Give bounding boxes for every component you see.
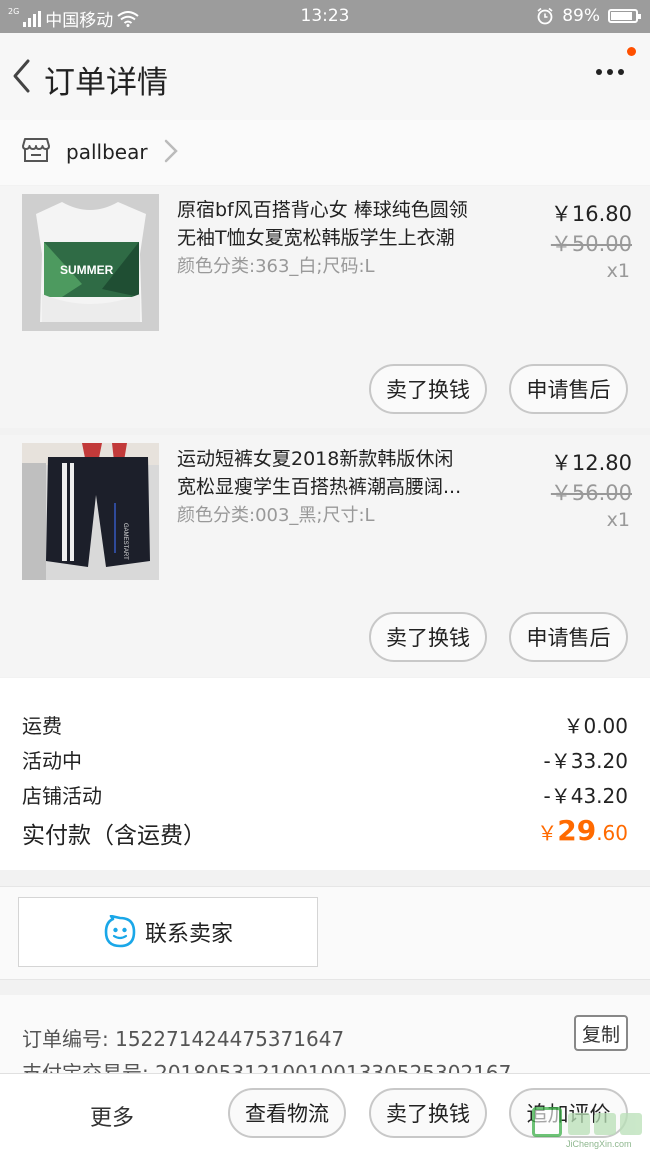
product-price: ￥12.80 [550,451,632,475]
shop-name[interactable]: pallbear [66,140,148,164]
watermark-text: JiChengXin.com [566,1139,632,1149]
shop-row[interactable]: pallbear [0,120,650,185]
product-sku: 颜色分类:363_白;尺码:L [177,256,375,277]
contact-seller-button[interactable]: 联系卖家 [18,897,318,967]
price-summary: 运费 ￥0.00 活动中 -￥33.20 店铺活动 -￥43.20 实付款（含运… [0,678,650,870]
after-sale-button[interactable]: 申请售后 [509,364,628,414]
product-thumbnail-shorts[interactable]: GAMESTART [22,443,159,580]
view-logistics-button[interactable]: 查看物流 [228,1088,346,1138]
total-row: 实付款（含运费） ￥29.60 [22,814,628,850]
total-major: 29 [557,814,597,847]
chevron-right-icon [164,139,178,163]
battery-icon [608,9,641,23]
chat-face-icon [104,915,136,948]
back-arrow-icon[interactable] [10,58,34,94]
more-button[interactable]: 更多 [90,1100,134,1132]
svg-text:GAMESTART: GAMESTART [122,523,128,560]
page-title: 订单详情 [44,65,168,101]
total-amount: ￥29.60 [537,814,628,847]
promo-value: -￥33.20 [543,749,628,773]
status-right: 89% [536,6,641,26]
shop-promo-row: 店铺活动 -￥43.20 [22,780,628,809]
product-original-price: ￥56.00 [550,481,632,505]
after-sale-button[interactable]: 申请售后 [509,612,628,662]
notification-dot [627,47,636,56]
product-quantity: x1 [606,509,630,531]
alarm-icon [537,7,553,25]
product-title-line-1: 运动短裤女夏2018新款韩版休闲 [177,448,454,470]
resell-button[interactable]: 卖了换钱 [369,612,487,662]
total-minor: .60 [596,821,628,845]
order-info: 订单编号: 152271424475371647 复制 支付宝交易号: 2018… [0,995,650,1075]
product-thumbnail-tshirt[interactable]: SUMMER [22,194,159,331]
promo-row: 活动中 -￥33.20 [22,745,628,774]
product-original-price: ￥50.00 [550,232,632,256]
battery-percent: 89% [562,6,600,26]
product-title-line-1: 原宿bf风百搭背心女 棒球纯色圆领 [177,199,468,221]
store-icon [22,138,50,162]
shipping-value: ￥0.00 [563,714,628,738]
product-sku: 颜色分类:003_黑;尺寸:L [177,505,375,526]
svg-text:SUMMER: SUMMER [60,263,114,277]
shipping-row: 运费 ￥0.00 [22,710,628,739]
product-item[interactable]: GAMESTART 运动短裤女夏2018新款韩版休闲 宽松显瘦学生百搭热裤潮高腰… [0,435,650,677]
shop-promo-label: 店铺活动 [22,784,102,808]
total-currency: ￥ [537,821,558,845]
product-title[interactable]: 原宿bf风百搭背心女 棒球纯色圆领 无袖T恤女夏宽松韩版学生上衣潮 [177,196,517,252]
shipping-label: 运费 [22,714,62,738]
resell-button[interactable]: 卖了换钱 [369,1088,487,1138]
contact-section: 联系卖家 [0,886,650,980]
total-label: 实付款（含运费） [22,823,206,849]
status-bar: 2G 中国移动 13:23 89% [0,0,650,33]
shop-promo-value: -￥43.20 [543,784,628,808]
product-item[interactable]: SUMMER 原宿bf风百搭背心女 棒球纯色圆领 无袖T恤女夏宽松韩版学生上衣潮… [0,186,650,428]
watermark-logo: JiChengXin.com [526,1105,646,1149]
product-title[interactable]: 运动短裤女夏2018新款韩版休闲 宽松显瘦学生百搭热裤潮高腰阔... [177,445,517,501]
more-options-icon[interactable] [596,69,624,75]
order-number: 订单编号: 152271424475371647 [22,1027,345,1051]
copy-button[interactable]: 复制 [574,1015,628,1051]
product-title-line-2: 宽松显瘦学生百搭热裤潮高腰阔... [177,476,462,498]
product-title-line-2: 无袖T恤女夏宽松韩版学生上衣潮 [177,227,455,249]
product-price: ￥16.80 [550,202,632,226]
contact-seller-label: 联系卖家 [144,922,233,947]
promo-label: 活动中 [22,749,82,773]
product-quantity: x1 [606,260,630,282]
header: 订单详情 [0,33,650,120]
resell-button[interactable]: 卖了换钱 [369,364,487,414]
